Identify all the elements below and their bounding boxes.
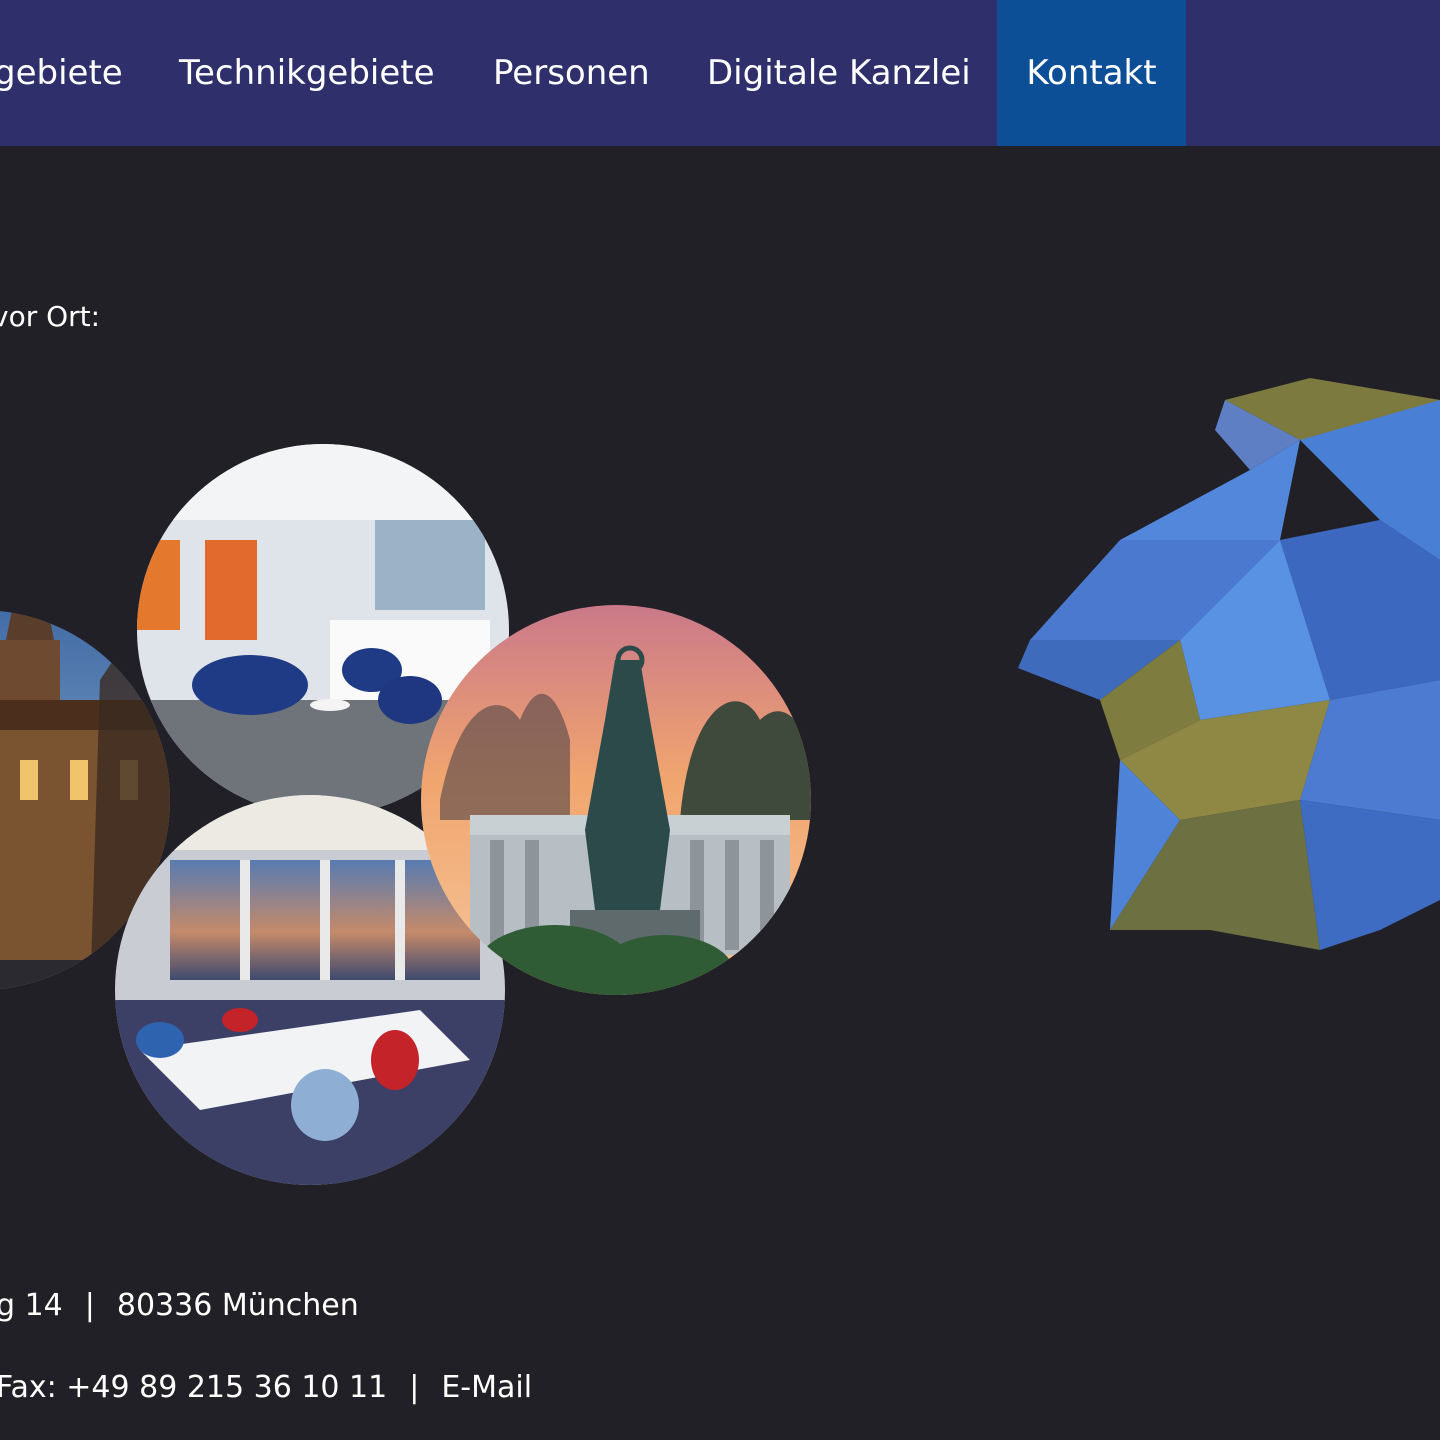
office-photo-collage	[0, 444, 811, 1185]
intro-text: vor Ort:	[0, 300, 101, 333]
lion-logo-icon	[1018, 378, 1440, 950]
fax-number: Fax: +49 89 215 36 10 11	[0, 1370, 388, 1405]
address-line: g 14 | 80336 München	[0, 1288, 359, 1323]
email-link[interactable]: E-Mail	[441, 1370, 532, 1405]
nav-item-technikgebiete[interactable]: Technikgebiete	[179, 0, 435, 146]
separator: |	[84, 1288, 95, 1323]
main-navigation: gebiete Technikgebiete Personen Digitale…	[0, 0, 1440, 146]
address-city: 80336 München	[116, 1288, 359, 1323]
nav-item-kontakt[interactable]: Kontakt	[997, 0, 1186, 146]
address-street: g 14	[0, 1288, 63, 1323]
nav-item-digitale-kanzlei[interactable]: Digitale Kanzlei	[707, 0, 971, 146]
nav-item-gebiete[interactable]: gebiete	[0, 0, 123, 146]
nav-item-personen[interactable]: Personen	[493, 0, 650, 146]
separator: |	[409, 1370, 420, 1405]
contact-line: Fax: +49 89 215 36 10 11 | E-Mail	[0, 1370, 532, 1405]
